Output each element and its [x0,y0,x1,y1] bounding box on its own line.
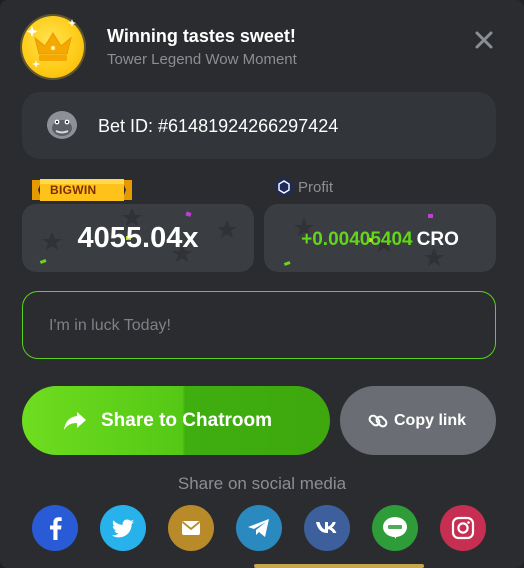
message-input[interactable]: I'm in luck Today! [22,291,496,359]
share-modal: Winning tastes sweet! Tower Legend Wow M… [0,0,524,568]
modal-subtitle: Tower Legend Wow Moment [107,51,297,68]
share-button-label: Share to Chatroom [101,410,273,431]
crown-icon [22,16,84,78]
bet-id-card: Bet ID: #61481924266297424 [22,92,496,159]
profit-amount: +0.00405404 CRO [264,229,496,251]
mail-icon [181,521,201,535]
modal-title: Winning tastes sweet! [107,26,296,46]
link-icon [368,414,388,428]
share-to-chatroom-button[interactable]: Share to Chatroom [22,386,330,455]
vk-icon [316,522,337,533]
vk-button[interactable] [304,505,350,551]
copy-link-button[interactable]: Copy link [340,386,496,455]
share-arrow-icon [64,412,86,430]
social-title: Share on social media [177,474,347,493]
line-button[interactable] [372,505,418,551]
message-text: I'm in luck Today! [49,317,171,334]
line-icon [383,517,407,539]
cronos-icon [275,178,293,196]
email-button[interactable] [168,505,214,551]
bet-id: Bet ID: #61481924266297424 [98,116,339,136]
bottom-divider [254,564,424,568]
close-icon [475,31,493,49]
profit-card: +0.00405404 CRO [264,204,496,272]
profit-value: +0.00405404 [301,229,413,250]
multiplier-card: 4055.04x [22,204,254,272]
telegram-icon [248,519,269,537]
instagram-button[interactable] [440,505,486,551]
facebook-button[interactable] [32,505,78,551]
profit-currency: CRO [416,229,459,250]
facebook-icon [50,517,62,540]
twitter-button[interactable] [100,505,146,551]
close-button[interactable] [472,28,496,52]
twitter-icon [111,519,134,538]
bigwin-badge: BIGWIN [50,183,97,197]
profit-label: Profit [298,179,334,196]
multiplier-value: 4055.04x [77,222,199,254]
copy-button-label: Copy link [394,412,467,429]
gorilla-avatar-icon [44,107,80,143]
instagram-icon [451,516,475,540]
telegram-button[interactable] [236,505,282,551]
